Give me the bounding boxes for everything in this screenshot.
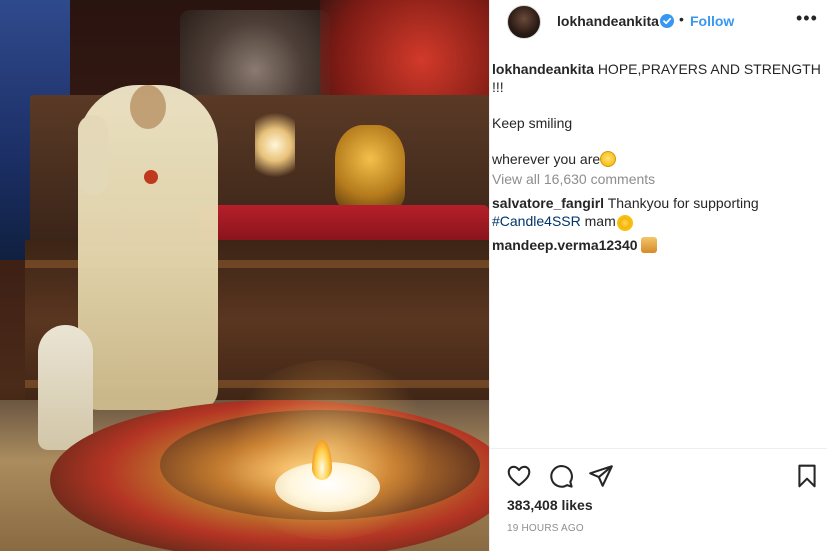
caption-username[interactable]: lokhandeankita xyxy=(492,61,594,77)
avatar[interactable] xyxy=(507,5,541,39)
statue-head xyxy=(130,85,166,129)
more-options-icon[interactable]: ••• xyxy=(796,8,818,29)
background-candle xyxy=(255,110,295,180)
ganesha-idol xyxy=(335,125,405,210)
view-all-comments-link[interactable]: View all 16,630 comments xyxy=(492,170,822,188)
caption: lokhandeankita HOPE,PRAYERS AND STRENGTH… xyxy=(492,60,822,96)
comment-text: Thankyou for supporting xyxy=(607,195,759,211)
caption-line-3-text: wherever you are xyxy=(492,151,601,167)
jesus-statue xyxy=(78,85,218,410)
header-separator: • xyxy=(679,11,684,27)
caption-line-2: Keep smiling xyxy=(492,115,573,131)
post-image[interactable] xyxy=(0,0,489,551)
candle-glow xyxy=(220,360,440,540)
sun-emoji-icon xyxy=(618,217,631,229)
comment-item: salvatore_fangirl Thankyou for supportin… xyxy=(492,194,822,230)
likes-count[interactable]: 383,408 likes xyxy=(507,497,593,513)
comment-text-after: mam xyxy=(584,213,616,229)
mary-statue xyxy=(38,325,93,450)
praying-hands-emoji-icon xyxy=(641,237,658,253)
post-actions-bar: 383,408 likes 19 HOURS AGO xyxy=(490,448,827,551)
comment-username[interactable]: salvatore_fangirl xyxy=(492,195,604,211)
caption-line-3: wherever you are xyxy=(492,150,822,168)
post-details-pane: lokhandeankita • Follow ••• lokhandeanki… xyxy=(489,0,827,551)
post-timestamp[interactable]: 19 HOURS AGO xyxy=(507,523,584,534)
statue-raised-arm xyxy=(78,115,108,195)
share-icon[interactable] xyxy=(588,463,614,489)
smiling-face-emoji-icon xyxy=(600,151,617,167)
verified-badge-icon xyxy=(660,14,674,28)
post-header: lokhandeankita • Follow ••• xyxy=(490,0,827,42)
author-username[interactable]: lokhandeankita xyxy=(557,13,659,29)
comment-icon[interactable] xyxy=(548,463,574,489)
follow-button[interactable]: Follow xyxy=(690,13,734,29)
like-icon[interactable] xyxy=(506,463,532,489)
statue-sacred-heart xyxy=(144,170,158,184)
hashtag-link[interactable]: #Candle4SSR xyxy=(492,213,581,229)
comments-section: lokhandeankita HOPE,PRAYERS AND STRENGTH… xyxy=(492,60,822,260)
comment-username[interactable]: mandeep.verma12340 xyxy=(492,237,638,253)
comment-item: mandeep.verma12340 xyxy=(492,236,822,254)
save-icon[interactable] xyxy=(794,463,820,489)
